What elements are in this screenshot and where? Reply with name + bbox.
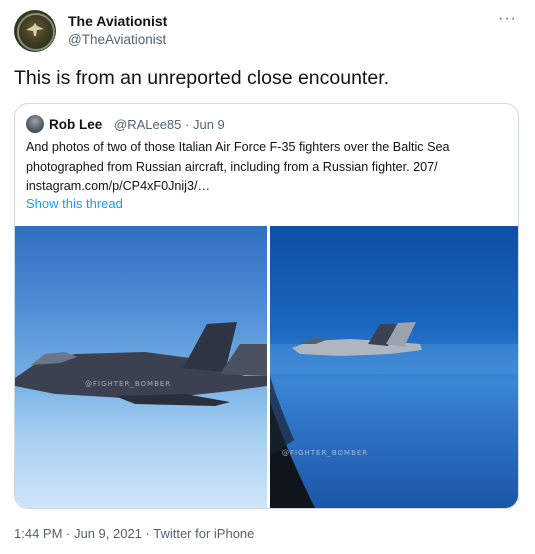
quoted-tweet-text: And photos of two of those Italian Air F…	[26, 138, 508, 197]
quoted-author-meta: @RALee85 · Jun 9	[114, 117, 225, 132]
photo-f35-left[interactable]: @FIGHTER_BOMBER	[15, 226, 267, 508]
photo-watermark: @FIGHTER_BOMBER	[85, 380, 171, 388]
f35-jet-image: @FIGHTER_BOMBER	[15, 322, 267, 406]
tweet: The Aviationist @TheAviationist ··· This…	[0, 0, 535, 554]
eagle-logo-icon	[26, 23, 44, 36]
f35-jet-image: @FIGHTER_BOMBER	[270, 322, 518, 508]
photo-f35-right[interactable]: @FIGHTER_BOMBER	[270, 226, 518, 508]
quoted-text-line: instagram.com/p/CP4xF0Jnij3/…	[26, 179, 211, 193]
author-handle[interactable]: @TheAviationist	[68, 32, 166, 47]
quoted-tweet-header: Rob Lee @RALee85 · Jun 9	[26, 115, 508, 135]
quoted-avatar	[26, 115, 44, 133]
quoted-text-line: photographed from Russian aircraft, incl…	[26, 159, 438, 174]
show-thread-link[interactable]: Show this thread	[26, 196, 123, 211]
avatar[interactable]	[14, 10, 56, 52]
tweet-header: The Aviationist @TheAviationist ···	[14, 10, 521, 54]
author-name[interactable]: The Aviationist	[68, 13, 167, 29]
quoted-tweet[interactable]: Rob Lee @RALee85 · Jun 9 And photos of t…	[14, 103, 519, 509]
media-grid: @FIGHTER_BOMBER @FIGHTER_BOMBER	[15, 226, 518, 508]
more-horizontal-icon[interactable]: ···	[498, 11, 517, 27]
tweet-text: This is from an unreported close encount…	[14, 67, 390, 89]
tweet-timestamp[interactable]: 1:44 PM · Jun 9, 2021 · Twitter for iPho…	[14, 526, 254, 541]
quoted-text-line: And photos of two of those Italian Air F…	[26, 140, 450, 154]
photo-watermark: @FIGHTER_BOMBER	[282, 449, 368, 457]
quoted-author-name: Rob Lee	[49, 117, 103, 132]
